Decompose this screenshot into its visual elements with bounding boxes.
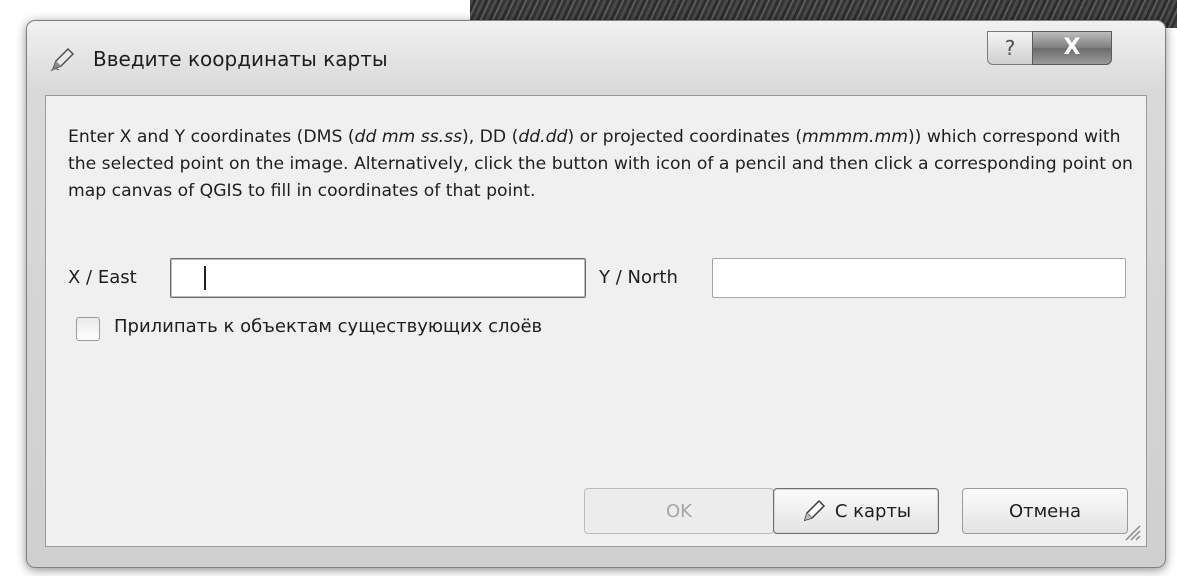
help-button[interactable]: ? xyxy=(987,31,1033,65)
pencil-icon xyxy=(803,499,825,522)
help-icon: ? xyxy=(1004,36,1016,60)
dialog-title: Введите координаты карты xyxy=(93,47,388,71)
ok-button[interactable]: OK xyxy=(584,488,774,534)
instructions-part: Enter X and Y coordinates (DMS ( xyxy=(68,127,355,147)
ok-button-label: OK xyxy=(666,500,692,522)
dms-format: dd mm ss.ss xyxy=(354,127,463,147)
text-caret xyxy=(204,266,206,290)
close-button[interactable]: X xyxy=(1032,31,1112,65)
x-east-input[interactable] xyxy=(170,258,586,298)
instructions-part: ) or projected coordinates ( xyxy=(567,127,803,147)
snap-to-layers-checkbox[interactable] xyxy=(76,317,100,341)
title-bar[interactable]: Введите координаты карты ? X xyxy=(27,21,1165,97)
dd-format: dd.dd xyxy=(518,127,568,147)
y-north-label: Y / North xyxy=(599,267,678,288)
cancel-button-label: Отмена xyxy=(1008,500,1082,522)
cancel-button[interactable]: Отмена xyxy=(962,488,1128,534)
from-map-button-label: С карты xyxy=(834,500,912,522)
projected-format: mmmm.mm xyxy=(802,127,908,147)
x-east-label: X / East xyxy=(68,267,137,288)
pencil-georef-icon xyxy=(50,48,74,72)
snap-to-layers-label[interactable]: Прилипать к объектам существующих слоёв xyxy=(114,316,542,337)
dialog-body: Enter X and Y coordinates (DMS (dd mm ss… xyxy=(45,95,1147,547)
y-north-input[interactable] xyxy=(712,258,1126,298)
instructions-text: Enter X and Y coordinates (DMS (dd mm ss… xyxy=(68,124,1138,205)
enter-map-coordinates-dialog: Введите координаты карты ? X Enter X and… xyxy=(26,20,1166,568)
resize-grip-icon[interactable] xyxy=(1120,520,1142,542)
close-icon: X xyxy=(1063,35,1081,60)
instructions-part: ), DD ( xyxy=(462,127,519,147)
from-map-button[interactable]: С карты xyxy=(773,488,939,534)
